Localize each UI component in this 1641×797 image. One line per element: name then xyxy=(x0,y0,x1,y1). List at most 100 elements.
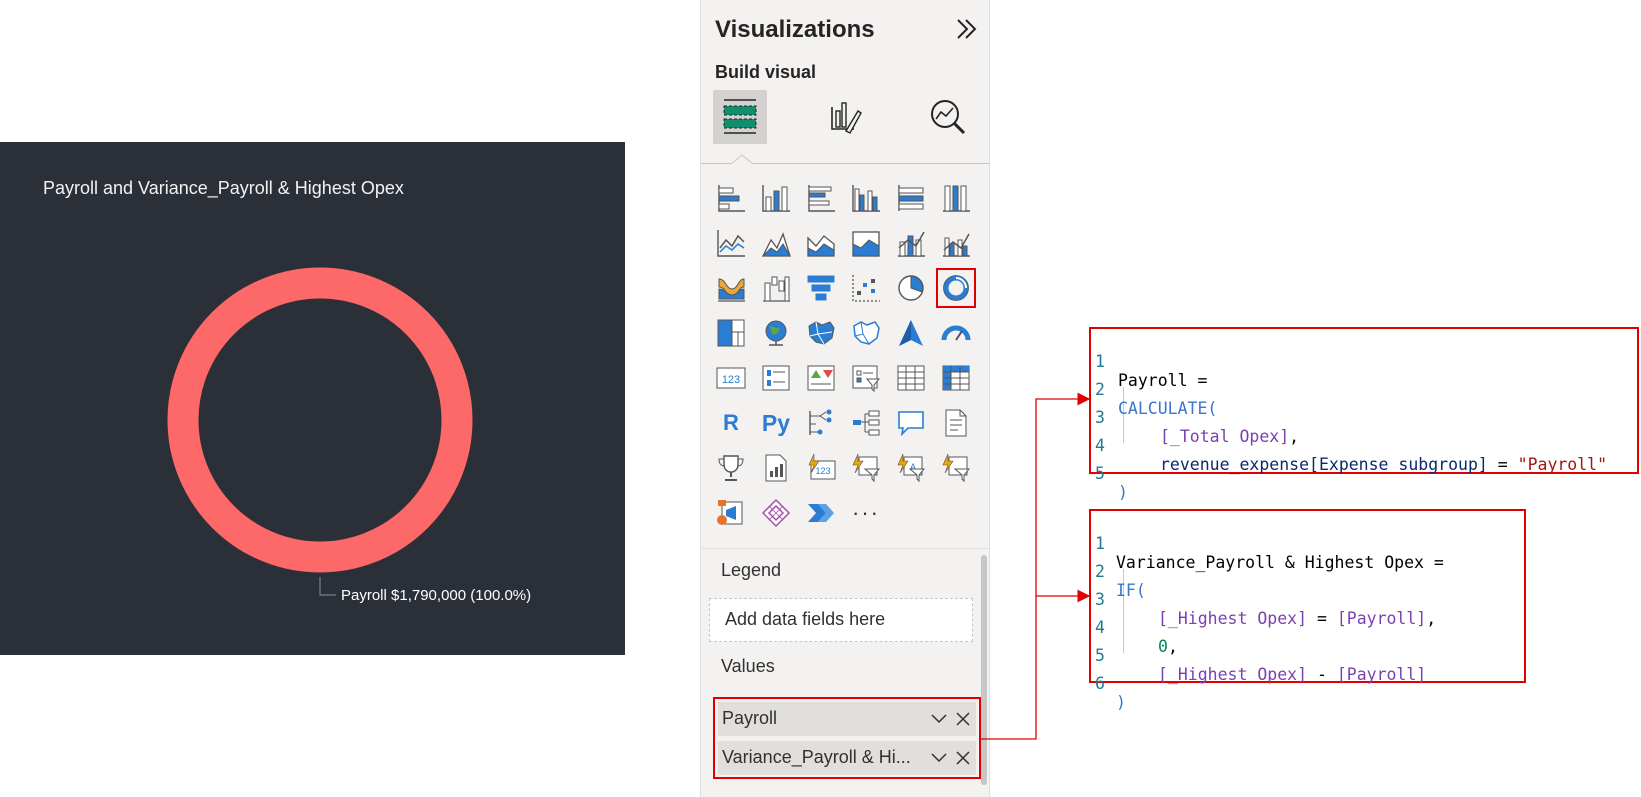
data-label-leader-line xyxy=(319,577,336,596)
diamond-visual-icon[interactable] xyxy=(758,495,794,531)
code-token: = xyxy=(1307,609,1337,628)
payroll-measure-code: 1 Payroll = 2 CALCULATE( 3 [_Total Opex]… xyxy=(1089,327,1639,502)
build-visual-label: Build visual xyxy=(715,62,817,82)
ribbon-chart-icon[interactable] xyxy=(713,270,749,306)
value-field-name: Payroll xyxy=(722,708,778,728)
key-influencers-icon[interactable] xyxy=(803,405,839,441)
clustered-bar-chart-icon[interactable] xyxy=(803,180,839,216)
azure-map-icon[interactable] xyxy=(893,315,929,351)
pane-title: Visualizations xyxy=(715,16,875,43)
scatter-chart-icon[interactable] xyxy=(848,270,884,306)
svg-text:123: 123 xyxy=(722,374,740,386)
visualizations-pane: Visualizations Build visual 123 R Py 123… xyxy=(700,0,990,797)
power-apps-card-icon[interactable]: 123 xyxy=(803,450,839,486)
build-visual-tab[interactable] xyxy=(713,90,767,144)
map-icon[interactable] xyxy=(758,315,794,351)
gauge-icon[interactable] xyxy=(938,315,974,351)
paginated-report-icon[interactable] xyxy=(758,450,794,486)
code-line: 2 IF( xyxy=(1091,543,1146,600)
connector-line xyxy=(980,392,1091,740)
values-label: Values xyxy=(721,656,775,676)
qa-icon[interactable] xyxy=(893,405,929,441)
power-apps-filter-icon[interactable]: A xyxy=(893,450,929,486)
more-visuals-icon[interactable]: ··· xyxy=(848,495,884,531)
stacked-bar-chart-icon[interactable] xyxy=(713,180,749,216)
area-chart-icon[interactable] xyxy=(758,225,794,261)
smart-narrative-icon[interactable] xyxy=(938,405,974,441)
code-text: ) xyxy=(1116,693,1126,712)
donut-chart-canvas xyxy=(167,267,473,596)
legend-label: Legend xyxy=(721,560,782,580)
100-stacked-column-chart-icon[interactable] xyxy=(938,180,974,216)
r-visual-icon[interactable]: R xyxy=(713,405,749,441)
code-token: [_Highest Opex] xyxy=(1158,609,1308,628)
code-line: 1 Payroll = xyxy=(1091,333,1207,390)
goals-icon[interactable] xyxy=(713,450,749,486)
code-line: 2 CALCULATE( xyxy=(1091,361,1217,418)
pane-scrollbar[interactable] xyxy=(981,555,987,785)
decomposition-tree-icon[interactable] xyxy=(848,405,884,441)
active-tab-caret-icon xyxy=(731,154,754,165)
code-line: 5 [_Highest Opex] - [Payroll] xyxy=(1091,627,1426,684)
line-and-stacked-column-chart-icon[interactable] xyxy=(893,225,929,261)
100-stacked-bar-chart-icon[interactable] xyxy=(893,180,929,216)
value-field-payroll[interactable]: Payroll xyxy=(718,702,976,736)
python-visual-label: Py xyxy=(761,409,791,436)
code-line: 4 revenue_expense[Expense subgroup] = "P… xyxy=(1091,417,1607,474)
funnel-chart-icon[interactable] xyxy=(803,270,839,306)
variance-measure-code: 1 Variance_Payroll & Highest Opex = 2 IF… xyxy=(1089,509,1526,712)
kpi-icon[interactable] xyxy=(803,360,839,396)
shape-map-icon[interactable] xyxy=(848,315,884,351)
code-text: Variance_Payroll & Highest Opex = xyxy=(1116,553,1444,572)
100-stacked-area-chart-icon[interactable] xyxy=(848,225,884,261)
code-line: 3 [_Total Opex], xyxy=(1091,389,1299,446)
donut-chart-visual[interactable]: Payroll and Variance_Payroll & Highest O… xyxy=(0,142,625,655)
pie-chart-icon[interactable] xyxy=(893,270,929,306)
power-automate-icon[interactable] xyxy=(938,450,974,486)
collapse-pane-button[interactable] xyxy=(953,14,979,44)
power-apps-slicer-icon[interactable] xyxy=(848,450,884,486)
matrix-icon[interactable] xyxy=(938,360,974,396)
code-token: [Payroll] xyxy=(1336,665,1427,684)
donut-slice-payroll xyxy=(167,267,473,573)
line-chart-icon[interactable] xyxy=(713,225,749,261)
format-visual-tab[interactable] xyxy=(817,90,871,144)
power-apps-icon[interactable] xyxy=(713,495,749,531)
table-icon[interactable] xyxy=(893,360,929,396)
r-visual-label: R xyxy=(723,410,739,435)
code-token: = xyxy=(1487,455,1518,474)
format-visual-icon xyxy=(831,102,862,134)
legend-drop-zone[interactable]: Add data fields here xyxy=(709,598,973,642)
filled-map-icon[interactable] xyxy=(803,315,839,351)
code-token: , xyxy=(1289,427,1300,446)
chevron-down-icon[interactable] xyxy=(930,749,948,767)
card-icon[interactable]: 123 xyxy=(713,360,749,396)
code-line: 1 Variance_Payroll & Highest Opex = xyxy=(1091,515,1444,572)
clustered-column-chart-icon[interactable] xyxy=(848,180,884,216)
code-token: "Payroll" xyxy=(1517,455,1608,474)
close-icon[interactable] xyxy=(954,710,972,728)
code-token: - xyxy=(1307,665,1337,684)
value-field-variance[interactable]: Variance_Payroll & Hi... xyxy=(718,741,976,775)
code-text: ) xyxy=(1118,483,1128,502)
waterfall-chart-icon[interactable] xyxy=(758,270,794,306)
chevron-down-icon[interactable] xyxy=(930,710,948,728)
stacked-area-chart-icon[interactable] xyxy=(803,225,839,261)
multi-row-card-icon[interactable] xyxy=(758,360,794,396)
slicer-icon[interactable] xyxy=(848,360,884,396)
treemap-icon[interactable] xyxy=(713,315,749,351)
line-and-clustered-column-chart-icon[interactable] xyxy=(938,225,974,261)
data-label-payroll: Payroll $1,790,000 (100.0%) xyxy=(341,587,532,604)
code-line: 3 [_Highest Opex] = [Payroll], xyxy=(1091,571,1436,628)
power-automate-flow-icon[interactable] xyxy=(803,495,839,531)
line-number: 5 xyxy=(1095,464,1105,483)
close-icon[interactable] xyxy=(954,749,972,767)
analytics-tab[interactable] xyxy=(921,90,975,144)
python-visual-icon[interactable]: Py xyxy=(758,405,794,441)
code-token: [_Total Opex] xyxy=(1160,427,1290,446)
donut-chart-icon[interactable] xyxy=(936,268,976,308)
more-visuals-label: ··· xyxy=(852,500,880,525)
code-line: 5 ) xyxy=(1091,445,1131,502)
stacked-column-chart-icon[interactable] xyxy=(758,180,794,216)
analytics-icon xyxy=(931,100,966,135)
